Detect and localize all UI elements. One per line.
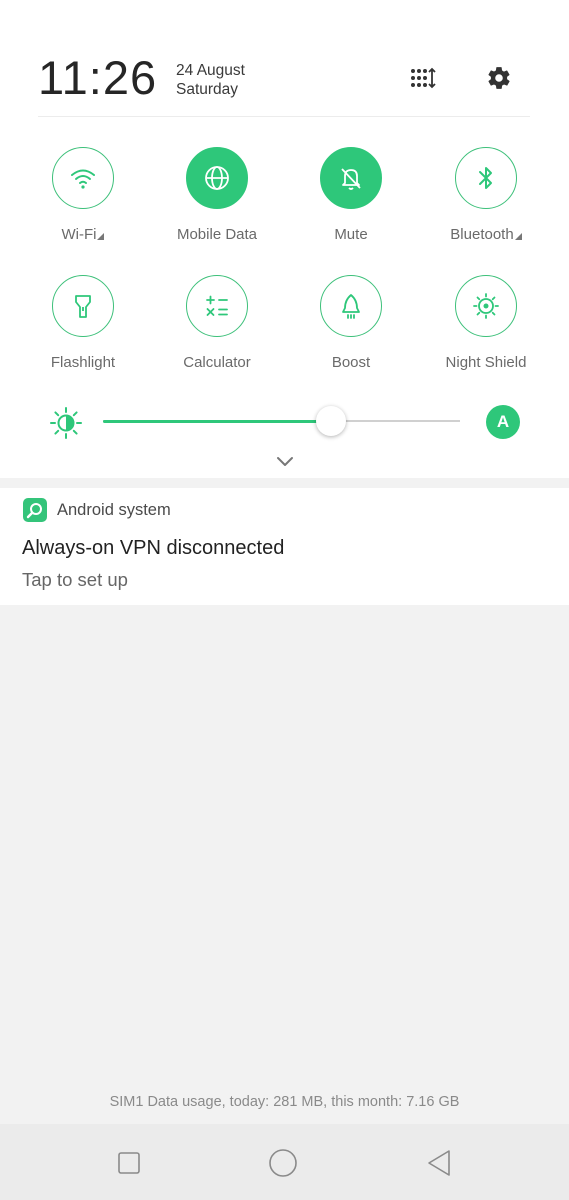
circle-icon: [269, 1149, 297, 1177]
tile-calculator[interactable]: Calculator: [152, 275, 282, 372]
tile-boost-label: Boost: [331, 354, 371, 371]
auto-brightness-button[interactable]: A: [486, 405, 520, 439]
day-text: Saturday: [176, 81, 239, 98]
tile-wifi-circle: [52, 147, 114, 209]
gear-icon: [488, 67, 510, 89]
tile-bluetooth-circle: [455, 147, 517, 209]
settings-app-icon: [26, 503, 42, 519]
tile-mute-label: Mute: [334, 226, 368, 243]
flashlight-icon: [75, 295, 91, 318]
tile-mobile-data-circle: [186, 147, 248, 209]
tile-calculator-circle: [186, 275, 248, 337]
tile-calculator-label: Calculator: [183, 354, 251, 371]
bluetooth-icon: [479, 167, 492, 189]
expand-arrow-icon: [514, 233, 522, 240]
header-divider: [38, 116, 530, 117]
tile-night-shield-label: Night Shield: [445, 354, 527, 371]
tile-mobile-data[interactable]: Mobile Data: [152, 147, 282, 244]
rocket-icon: [342, 294, 360, 319]
tile-boost[interactable]: Boost: [286, 275, 416, 372]
tile-night-shield-circle: [455, 275, 517, 337]
globe-icon: [205, 166, 229, 190]
date-block: 24 August Saturday: [176, 61, 245, 99]
tile-flashlight-circle: [52, 275, 114, 337]
notification-title: Always-on VPN disconnected: [22, 537, 285, 559]
brightness-row: A: [40, 398, 530, 446]
edit-tiles-button[interactable]: [409, 64, 437, 92]
brightness-slider[interactable]: [103, 419, 460, 423]
brightness-icon: [50, 407, 82, 439]
tile-wifi[interactable]: Wi-Fi: [18, 147, 148, 244]
brightness-thumb[interactable]: [316, 406, 346, 436]
bell-mute-icon: [341, 168, 361, 190]
tile-mobile-data-label: Mobile Data: [176, 226, 258, 243]
brightness-fill: [103, 419, 331, 423]
notification-app-name: Android system: [57, 501, 171, 519]
tile-flashlight[interactable]: Flashlight: [18, 275, 148, 372]
grid-sort-icon: [411, 67, 436, 89]
back-button[interactable]: [424, 1148, 454, 1178]
notification-text: Tap to set up: [22, 569, 128, 590]
tile-night-shield[interactable]: Night Shield: [421, 275, 551, 372]
wifi-icon: [71, 169, 95, 189]
android-system-app-icon: [23, 498, 47, 522]
tile-boost-circle: [320, 275, 382, 337]
tile-mute[interactable]: Mute: [286, 147, 416, 244]
tile-bluetooth[interactable]: Bluetooth: [421, 147, 551, 244]
notification-card[interactable]: Android system Always-on VPN disconnecte…: [0, 488, 569, 605]
date-text: 24 August: [176, 62, 245, 79]
clock: 11:26: [38, 51, 158, 104]
tile-bluetooth-label: Bluetooth: [450, 226, 514, 243]
calculator-icon: [206, 295, 228, 316]
square-icon: [118, 1152, 140, 1174]
recents-button[interactable]: [114, 1148, 144, 1178]
tile-wifi-label: Wi-Fi: [61, 226, 97, 243]
eye-shield-icon: [473, 293, 499, 319]
navigation-bar: [0, 1124, 569, 1200]
data-usage-text: SIM1 Data usage, today: 281 MB, this mon…: [109, 1094, 460, 1110]
home-button[interactable]: [268, 1148, 298, 1178]
tile-flashlight-label: Flashlight: [50, 354, 116, 371]
triangle-back-icon: [428, 1150, 450, 1176]
quick-settings-panel: 11:26 24 August Saturday Wi-Fi Mobile Da…: [0, 0, 569, 478]
expand-arrow-icon: [97, 233, 105, 240]
settings-button[interactable]: [485, 64, 513, 92]
chevron-down-icon[interactable]: [274, 453, 296, 469]
tile-mute-circle: [320, 147, 382, 209]
